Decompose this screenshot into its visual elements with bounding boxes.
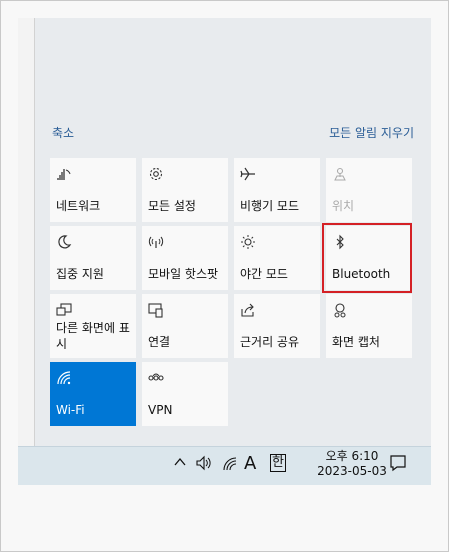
tile-label: 네트워크: [56, 199, 101, 213]
clock-date[interactable]: 2023-05-03: [304, 464, 400, 478]
ime-language-indicator[interactable]: 한: [270, 454, 286, 472]
tile-focus-assist[interactable]: 집중 지원: [50, 226, 136, 290]
settings-gear-icon: [148, 166, 164, 182]
tile-label: 다른 화면에 표시: [56, 321, 130, 351]
moon-icon: [56, 234, 72, 250]
tile-label: 모바일 핫스팟: [148, 267, 219, 281]
connect-icon: [148, 302, 164, 318]
hotspot-icon: [148, 234, 164, 250]
tile-all-settings[interactable]: 모든 설정: [142, 158, 228, 222]
brightness-icon: [240, 234, 256, 250]
tile-vpn[interactable]: VPN: [142, 362, 228, 426]
collapse-button[interactable]: 축소: [52, 124, 74, 141]
vpn-icon: [148, 370, 164, 386]
show-hidden-icons-chevron-icon[interactable]: [173, 455, 187, 473]
tile-label: 비행기 모드: [240, 199, 300, 213]
tile-label: 화면 캡처: [332, 335, 380, 349]
tile-label: 연결: [148, 335, 171, 349]
desktop-edge: [18, 18, 35, 484]
screen-snip-icon: [332, 302, 348, 318]
tile-label: 위치: [332, 199, 355, 213]
tile-project[interactable]: 다른 화면에 표시: [50, 294, 136, 358]
tile-night-light[interactable]: 야간 모드: [234, 226, 320, 290]
tile-connect[interactable]: 연결: [142, 294, 228, 358]
project-icon: [56, 302, 72, 318]
tile-location[interactable]: 위치: [326, 158, 412, 222]
tile-label: 근거리 공유: [240, 335, 300, 349]
clear-all-notifications-link[interactable]: 모든 알림 지우기: [329, 124, 414, 141]
wifi-icon: [56, 370, 72, 386]
tile-label: Wi-Fi: [56, 403, 85, 417]
tile-screen-snip[interactable]: 화면 캡처: [326, 294, 412, 358]
volume-icon[interactable]: [195, 455, 213, 475]
tile-label: 야간 모드: [240, 267, 288, 281]
network-tray-icon[interactable]: [222, 456, 238, 476]
tile-wifi[interactable]: Wi-Fi: [50, 362, 136, 426]
nearby-share-icon: [240, 302, 256, 318]
network-icon: [56, 166, 72, 182]
airplane-icon: [240, 166, 256, 182]
clock-time[interactable]: 오후 6:10: [314, 447, 390, 464]
notification-center-icon[interactable]: [389, 454, 407, 472]
tile-nearby-sharing[interactable]: 근거리 공유: [234, 294, 320, 358]
location-icon: [332, 166, 348, 182]
tile-mobile-hotspot[interactable]: 모바일 핫스팟: [142, 226, 228, 290]
tile-airplane-mode[interactable]: 비행기 모드: [234, 158, 320, 222]
bluetooth-highlight-box: [322, 223, 412, 293]
tile-network[interactable]: 네트워크: [50, 158, 136, 222]
ime-mode-indicator[interactable]: A: [244, 453, 256, 474]
taskbar: A 한 오후 6:10 2023-05-03: [18, 446, 431, 485]
tile-label: 집중 지원: [56, 267, 104, 281]
tile-label: VPN: [148, 403, 173, 417]
tile-label: 모든 설정: [148, 199, 196, 213]
